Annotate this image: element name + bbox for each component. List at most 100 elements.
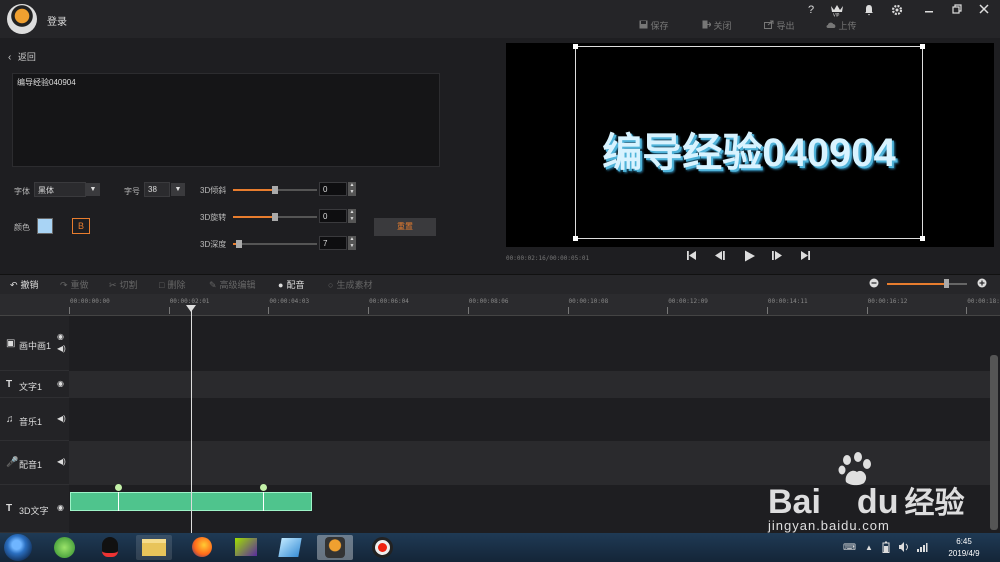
volume-icon[interactable]: ◀) (57, 414, 66, 423)
notes-app-icon[interactable] (272, 535, 308, 560)
close-icon[interactable] (976, 4, 992, 17)
chevron-down-icon[interactable]: ▼ (171, 183, 185, 196)
text-icon: T (6, 378, 13, 390)
upload-icon (826, 22, 836, 28)
keyframe-marker[interactable] (115, 484, 122, 491)
track-lane[interactable] (69, 371, 990, 398)
slider-value-input[interactable]: 0 (319, 209, 347, 223)
advanced-edit-icon: ✎ (209, 280, 217, 290)
toolbar-button-redo[interactable]: ↷ 重做 (60, 278, 89, 291)
system-clock[interactable]: 6:45 2019/4/9 (940, 536, 988, 560)
slider-track[interactable] (233, 243, 317, 245)
eye-icon[interactable]: ◉ (57, 379, 64, 388)
toolbar-label: 切割 (119, 280, 138, 290)
track-label: 音乐1 (19, 416, 43, 427)
network-icon[interactable] (916, 541, 928, 556)
spinner-icon[interactable]: ▲ ▼ (348, 209, 356, 223)
resize-handle[interactable] (920, 236, 925, 241)
back-button[interactable]: ‹ 返回 (8, 50, 36, 63)
eye-icon[interactable]: ◉ (57, 332, 64, 341)
ruler-tick-label: 00:00:14:11 (767, 298, 808, 305)
track-lane[interactable] (69, 398, 990, 441)
baidu-watermark: Bai du 经验 jingyan.baidu.com (768, 452, 993, 533)
toolbar-button-microphone[interactable]: ● 配音 (278, 278, 304, 291)
battery-icon[interactable] (882, 541, 890, 556)
app-logo[interactable] (7, 4, 37, 34)
toolbar-label: 高级编辑 (219, 280, 256, 290)
screen-recorder-icon[interactable] (365, 535, 401, 560)
preview-text: 编导经验040904 (602, 131, 896, 175)
volume-icon[interactable]: ◀) (57, 457, 66, 466)
ruler-tick (866, 307, 868, 314)
volume-icon[interactable]: ◀) (57, 344, 66, 353)
slider-value-input[interactable]: 0 (319, 182, 347, 196)
toolbar-button-advanced-edit[interactable]: ✎ 高级编辑 (209, 278, 256, 291)
color-swatch[interactable] (37, 218, 53, 234)
firefox-icon[interactable] (184, 535, 220, 560)
ruler-tick (766, 307, 768, 314)
font-select[interactable]: 黑体 (34, 182, 86, 197)
step-forward-icon[interactable] (771, 250, 783, 264)
toolbar-button-generate[interactable]: ○ 生成素材 (328, 278, 372, 291)
delete-icon: □ (159, 280, 165, 290)
chevron-down-icon[interactable]: ▼ (86, 183, 100, 196)
text-input[interactable]: 编导经验040904 (12, 73, 440, 167)
reset-button[interactable]: 重置 (374, 218, 436, 236)
restore-icon[interactable] (949, 4, 965, 17)
edit-toolbar (0, 274, 1000, 294)
music-icon: ♫ (6, 413, 14, 425)
vip-icon[interactable]: VIP (829, 3, 845, 19)
ruler-tick (467, 307, 469, 314)
slider-value-input[interactable]: 7 (319, 236, 347, 250)
slider-knob[interactable] (272, 186, 278, 194)
windows-start-icon[interactable] (4, 534, 32, 561)
exit-icon (702, 20, 712, 29)
step-back-icon[interactable] (714, 250, 726, 264)
slider-knob[interactable] (272, 213, 278, 221)
qq-icon[interactable] (93, 535, 129, 560)
play-icon[interactable] (744, 250, 756, 265)
green-app-icon[interactable] (47, 535, 83, 560)
minimize-icon[interactable] (921, 4, 937, 17)
toolbar-label: 撤销 (20, 280, 39, 290)
file-explorer-icon[interactable] (136, 535, 172, 560)
eye-icon[interactable]: ◉ (57, 503, 64, 512)
zoom-out-icon[interactable] (869, 278, 879, 291)
bell-icon[interactable] (861, 4, 877, 19)
upload-button[interactable]: 上传 (826, 19, 857, 32)
login-link[interactable]: 登录 (47, 13, 67, 28)
export-button[interactable]: 导出 (764, 19, 795, 32)
toolbar-button-delete[interactable]: □ 删除 (159, 278, 185, 291)
zoom-in-icon[interactable] (977, 278, 987, 291)
exit-button[interactable]: 关闭 (702, 19, 732, 32)
zoom-slider-knob[interactable] (944, 279, 949, 288)
spinner-icon[interactable]: ▲ ▼ (348, 236, 356, 250)
playhead[interactable] (191, 307, 192, 533)
slider-knob[interactable] (236, 240, 242, 248)
resize-handle[interactable] (573, 44, 578, 49)
toolbar-button-cut[interactable]: ✂ 切割 (109, 278, 138, 291)
gear-icon[interactable] (889, 4, 905, 19)
tray-arrow-icon[interactable]: ▲ (865, 543, 873, 552)
video-editor-taskbar-icon[interactable] (317, 535, 353, 560)
track-lane[interactable] (69, 316, 990, 371)
skip-start-icon[interactable] (686, 250, 697, 264)
track-label: 配音1 (19, 460, 43, 470)
size-select[interactable]: 38 (144, 182, 170, 197)
spinner-icon[interactable]: ▲ ▼ (348, 182, 356, 196)
microphone-icon: ● (278, 280, 284, 290)
toolbar-button-undo[interactable]: ↶ 撤销 (10, 278, 39, 291)
ruler-tick-label: 00:00:06:04 (369, 298, 409, 305)
skip-end-icon[interactable] (800, 250, 811, 264)
keyframe-marker[interactable] (260, 484, 267, 491)
resize-handle[interactable] (573, 236, 578, 241)
media-player-icon[interactable] (228, 535, 264, 560)
save-button[interactable]: 保存 (639, 19, 669, 32)
microphone-icon: 🎤 (6, 457, 19, 468)
keyboard-icon[interactable]: ⌨ (843, 542, 856, 553)
help-icon[interactable]: ? (803, 4, 819, 16)
watermark-brand: Bai (768, 483, 821, 521)
volume-icon[interactable] (898, 541, 910, 556)
bold-button[interactable]: B (72, 218, 90, 234)
resize-handle[interactable] (920, 44, 925, 49)
